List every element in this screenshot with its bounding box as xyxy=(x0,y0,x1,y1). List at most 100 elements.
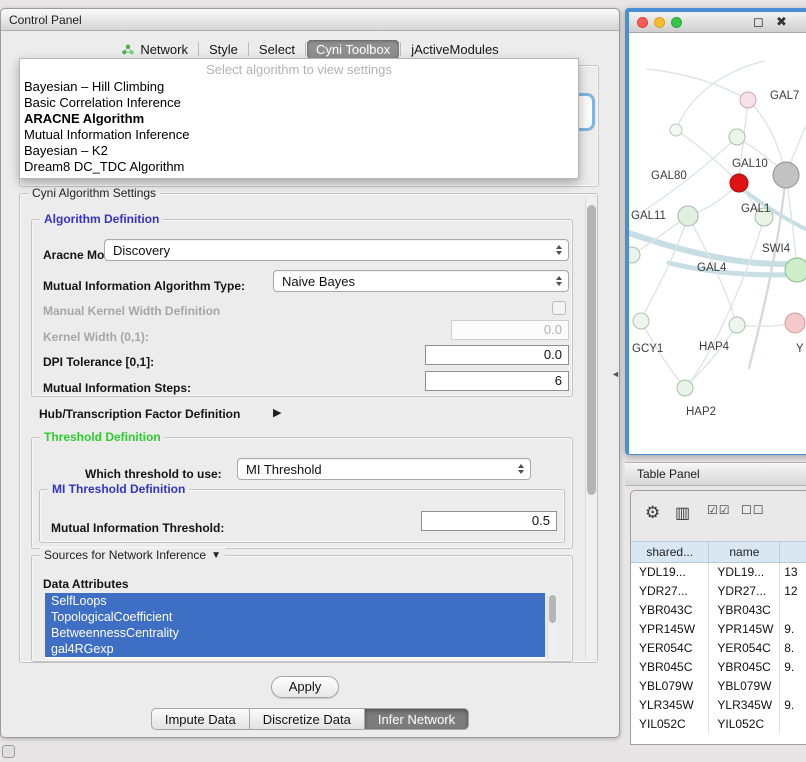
network-titlebar[interactable]: ◻ ✖ xyxy=(629,12,806,33)
mi-steps-field[interactable]: 6 xyxy=(425,371,569,391)
table-cell xyxy=(780,677,806,696)
manual-kernel-width-checkbox[interactable] xyxy=(552,301,566,315)
table-row[interactable]: YIL052CYIL052C xyxy=(631,715,806,734)
which-threshold-combobox[interactable]: MI Threshold xyxy=(237,458,531,480)
table-cell: YLR345W xyxy=(631,696,709,715)
table-cell: 12 xyxy=(780,582,806,601)
settings-scrollbar[interactable] xyxy=(585,197,597,659)
tab-style[interactable]: Style xyxy=(200,40,247,59)
minimized-panel-icon[interactable] xyxy=(2,745,15,758)
column-header-2[interactable] xyxy=(780,542,806,562)
combo-arrows-icon xyxy=(556,245,562,255)
network-edge[interactable] xyxy=(685,217,764,388)
settings-scrollbar-thumb[interactable] xyxy=(587,205,596,495)
table-row[interactable]: YER054CYER054C8. xyxy=(631,639,806,658)
attribute-item-topologicalcoefficient[interactable]: TopologicalCoefficient xyxy=(45,609,545,625)
network-edge[interactable] xyxy=(641,216,688,321)
table-cell: YDL19... xyxy=(709,563,780,582)
node-label-gal80: GAL80 xyxy=(651,170,687,182)
network-edge[interactable] xyxy=(647,69,748,100)
menu-item-bayesian-k2[interactable]: Bayesian – K2 xyxy=(20,143,578,159)
table-row[interactable]: YBR045CYBR045C9. xyxy=(631,658,806,677)
menu-item-aracne-algorithm[interactable]: ARACNE Algorithm xyxy=(20,111,578,127)
close-window-icon[interactable]: ✖ xyxy=(776,14,787,30)
network-node[interactable] xyxy=(633,313,649,329)
menu-item-basic-correlation-inference[interactable]: Basic Correlation Inference xyxy=(20,95,578,111)
table-cell: 9. xyxy=(780,658,806,677)
aracne-mode-combobox[interactable]: Discovery xyxy=(104,239,569,261)
attribute-item-selfloops[interactable]: SelfLoops xyxy=(45,593,545,609)
column-header-name[interactable]: name xyxy=(709,542,780,562)
mi-algorithm-type-label: Mutual Information Algorithm Type: xyxy=(43,279,245,293)
tab-cyni-toolbox[interactable]: Cyni Toolbox xyxy=(307,40,399,59)
hub-section-label[interactable]: Hub/Transcription Factor Definition xyxy=(39,407,240,421)
mi-steps-label: Mutual Information Steps: xyxy=(43,381,191,395)
network-view-window: ◻ ✖ GAL7GAL80GAL10GAL11GAL1SWI4GAL4GCY1H… xyxy=(625,8,806,455)
select-all-icon[interactable]: ☑☑ xyxy=(707,503,731,517)
table-row[interactable]: YDL19...YDL19...13 xyxy=(631,563,806,582)
table-row[interactable]: YPR145WYPR145W9. xyxy=(631,620,806,639)
table-row[interactable]: YLR345WYLR345W9. xyxy=(631,696,806,715)
table-cell: 8. xyxy=(780,639,806,658)
tab-network[interactable]: Network xyxy=(112,40,197,59)
minimize-traffic-light[interactable] xyxy=(654,17,665,28)
network-node[interactable] xyxy=(677,380,693,396)
apply-button[interactable]: Apply xyxy=(271,676,339,698)
tab-jactivemodules[interactable]: jActiveModules xyxy=(402,40,507,59)
node-label-gal11: GAL11 xyxy=(631,210,666,222)
tab-separator xyxy=(400,42,401,56)
attribute-item-gal4rgexp[interactable]: gal4RGexp xyxy=(45,641,545,657)
node-label-gal4: GAL4 xyxy=(697,262,727,274)
sources-collapse-icon[interactable]: ▼ xyxy=(211,550,221,561)
column-browser-icon[interactable]: ▥ xyxy=(675,503,691,523)
network-node[interactable] xyxy=(785,258,806,282)
menu-item-mutual-information-inference[interactable]: Mutual Information Inference xyxy=(20,127,578,143)
table-header-row[interactable]: shared...name xyxy=(631,541,806,563)
dpi-tolerance-field[interactable]: 0.0 xyxy=(425,345,569,365)
table-cell: YPR145W xyxy=(709,620,780,639)
bottom-tab-infer-network[interactable]: Infer Network xyxy=(365,708,469,730)
table-cell: YDR27... xyxy=(709,582,780,601)
network-node[interactable] xyxy=(740,92,756,108)
float-window-icon[interactable]: ◻ xyxy=(753,14,764,30)
table-cell: YBR045C xyxy=(709,658,780,677)
hub-expand-icon[interactable]: ▶ xyxy=(273,406,281,419)
attribute-list-scrollbar[interactable] xyxy=(547,593,557,659)
table-cell xyxy=(780,601,806,620)
control-panel-titlebar[interactable]: Control Panel xyxy=(1,9,619,31)
splitter-collapse-icon[interactable]: ◄ xyxy=(611,369,620,379)
column-header-shared[interactable]: shared... xyxy=(631,542,709,562)
close-traffic-light[interactable] xyxy=(637,17,648,28)
attribute-list-scrollbar-thumb[interactable] xyxy=(549,595,556,623)
network-node[interactable] xyxy=(670,124,682,136)
network-node[interactable] xyxy=(730,174,748,192)
network-node[interactable] xyxy=(729,317,745,333)
menu-item-dream8-dc-tdc-algorithm[interactable]: Dream8 DC_TDC Algorithm xyxy=(20,159,578,175)
bottom-tab-impute-data[interactable]: Impute Data xyxy=(151,708,250,730)
table-panel-header[interactable]: Table Panel xyxy=(625,462,806,486)
deselect-all-icon[interactable]: ☐☐ xyxy=(741,503,765,517)
combo-arrows-icon xyxy=(518,464,524,474)
network-canvas[interactable]: GAL7GAL80GAL10GAL11GAL1SWI4GAL4GCY1HAP4H… xyxy=(629,33,806,454)
settings-gear-icon[interactable]: ⚙ xyxy=(645,503,661,523)
attribute-item-betweennesscentrality[interactable]: BetweennessCentrality xyxy=(45,625,545,641)
tab-select[interactable]: Select xyxy=(250,40,304,59)
table-cell: YBR045C xyxy=(631,658,709,677)
sources-group-title: Sources for Network Inference ▼ xyxy=(40,548,225,562)
network-node[interactable] xyxy=(785,313,805,333)
table-toolbar: ⚙ ▥ ☑☑ ☐☐ xyxy=(631,501,806,533)
network-node[interactable] xyxy=(629,247,640,263)
network-node[interactable] xyxy=(678,206,698,226)
menu-item-bayesian-hill-climbing[interactable]: Bayesian – Hill Climbing xyxy=(20,79,578,95)
table-row[interactable]: YBR043CYBR043C xyxy=(631,601,806,620)
menu-placeholder: Select algorithm to view settings xyxy=(20,61,578,79)
network-node[interactable] xyxy=(773,162,799,188)
kernel-width-field[interactable]: 0.0 xyxy=(451,320,569,340)
zoom-traffic-light[interactable] xyxy=(671,17,682,28)
mi-algorithm-type-combobox[interactable]: Naive Bayes xyxy=(273,270,569,292)
network-node[interactable] xyxy=(729,129,745,145)
bottom-tab-discretize-data[interactable]: Discretize Data xyxy=(250,708,365,730)
mi-threshold-field[interactable]: 0.5 xyxy=(421,511,557,531)
table-row[interactable]: YBL079WYBL079W xyxy=(631,677,806,696)
table-row[interactable]: YDR27...YDR27...12 xyxy=(631,582,806,601)
